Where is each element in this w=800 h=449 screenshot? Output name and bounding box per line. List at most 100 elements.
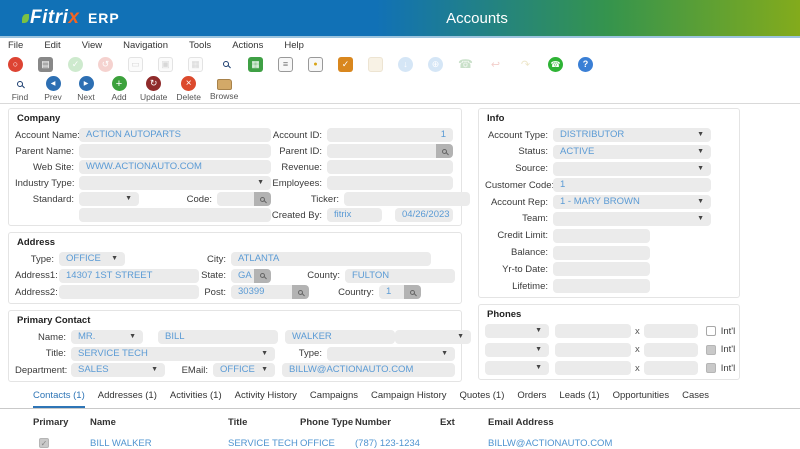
menu-edit[interactable]: Edit (44, 40, 60, 51)
post-lookup-button[interactable] (292, 285, 309, 299)
tab-activities[interactable]: Activities (1) (170, 390, 222, 408)
phone-number-field[interactable] (555, 343, 631, 357)
source-select[interactable]: ▼ (553, 162, 711, 176)
phone-type-select[interactable]: ▼ (485, 324, 549, 338)
help-icon[interactable]: ? (578, 57, 593, 72)
next-button[interactable]: ▶ Next (74, 76, 98, 102)
chevron-down-icon: ▼ (257, 176, 264, 190)
status-select[interactable]: ACTIVE▼ (553, 145, 711, 159)
account-rep-select[interactable]: 1 - MARY BROWN▼ (553, 195, 711, 209)
contact-type-select[interactable]: ▼ (327, 347, 455, 361)
employees-field[interactable] (327, 176, 453, 190)
address1-field[interactable]: 14307 1ST STREET (59, 269, 199, 283)
table-row[interactable]: ✓ BILL WALKER SERVICE TECH OFFICE (787) … (33, 438, 800, 449)
phone-type-select[interactable]: ▼ (485, 343, 549, 357)
contact-title-select[interactable]: SERVICE TECH▼ (71, 347, 275, 361)
tab-campaigns[interactable]: Campaigns (310, 390, 358, 408)
city-field[interactable]: ATLANTA (231, 252, 431, 266)
tab-activity-history[interactable]: Activity History (235, 390, 297, 408)
standard-select[interactable]: ▼ (79, 192, 139, 206)
post-field[interactable]: 30399 (231, 285, 292, 299)
code-field[interactable] (217, 192, 254, 206)
add-button[interactable]: + Add (107, 76, 131, 102)
phone-number-field[interactable] (555, 361, 631, 375)
tab-leads[interactable]: Leads (1) (559, 390, 599, 408)
tab-contacts[interactable]: Contacts (1) (33, 390, 85, 408)
address-type-select[interactable]: OFFICE▼ (59, 252, 125, 266)
salutation-select[interactable]: MR.▼ (71, 330, 143, 344)
status-label: Status: (485, 146, 553, 157)
tasks-icon[interactable]: ✓ (338, 57, 353, 72)
email-field[interactable]: BILLW@ACTIONAUTO.COM (282, 363, 455, 377)
state-field[interactable]: GA (231, 269, 254, 283)
code-lookup-button[interactable] (254, 192, 271, 206)
cross-icon: × (181, 76, 196, 91)
exit-icon[interactable]: ○ (8, 57, 23, 72)
suffix-select[interactable]: ▼ (395, 330, 471, 344)
logo-text: Fitri (30, 7, 68, 29)
tab-orders[interactable]: Orders (517, 390, 546, 408)
notes-icon[interactable]: ≡ (278, 57, 293, 72)
delete-button[interactable]: × Delete (176, 76, 201, 102)
new-document-icon: ▭ (128, 57, 143, 72)
phone-ext-field[interactable] (644, 343, 698, 357)
menu-actions[interactable]: Actions (232, 40, 263, 51)
tab-cases[interactable]: Cases (682, 390, 709, 408)
menu-help[interactable]: Help (284, 40, 304, 51)
contacts-table-header: Primary Name Title Phone Type Number Ext… (33, 417, 800, 428)
source-label: Source: (485, 163, 553, 174)
address1-label: Address1: (15, 270, 59, 281)
tab-quotes[interactable]: Quotes (1) (459, 390, 504, 408)
cell-phone-type: OFFICE (300, 438, 355, 449)
address2-field[interactable] (59, 285, 199, 299)
zoom-icon[interactable] (218, 57, 233, 72)
phone-type-select[interactable]: ▼ (485, 361, 549, 375)
menu-file[interactable]: File (8, 40, 23, 51)
menu-view[interactable]: View (82, 40, 102, 51)
chevron-down-icon: ▼ (535, 324, 542, 338)
email-type-select[interactable]: OFFICE▼ (213, 363, 275, 377)
chat-icon[interactable]: ☎ (548, 57, 563, 72)
industry-type-select[interactable]: ▼ (79, 176, 271, 190)
county-field[interactable]: FULTON (345, 269, 455, 283)
phone-ext-field[interactable] (644, 324, 698, 338)
find-button[interactable]: Find (8, 76, 32, 102)
update-button[interactable]: ↻ Update (140, 76, 167, 102)
country-field[interactable]: 1 (379, 285, 404, 299)
account-type-select[interactable]: DISTRIBUTOR▼ (553, 128, 711, 142)
first-name-field[interactable]: BILL (158, 330, 278, 344)
tab-campaign-history[interactable]: Campaign History (371, 390, 447, 408)
country-lookup-button[interactable] (404, 285, 421, 299)
revenue-field[interactable] (327, 160, 453, 174)
web-site-field[interactable]: WWW.ACTIONAUTO.COM (79, 160, 271, 174)
browse-button[interactable]: Browse (210, 76, 238, 101)
parent-name-field[interactable] (79, 144, 271, 158)
phones-panel: Phones ▼ x Int'l ▼ x Int'l ▼ x (478, 304, 740, 380)
state-lookup-button[interactable] (254, 269, 271, 283)
menu-navigation[interactable]: Navigation (123, 40, 168, 51)
menu-tools[interactable]: Tools (189, 40, 211, 51)
prev-button[interactable]: ◀ Prev (41, 76, 65, 102)
department-select[interactable]: SALES▼ (71, 363, 165, 377)
attachment-icon[interactable]: ● (308, 57, 323, 72)
calendar-icon[interactable]: ▦ (248, 57, 263, 72)
credit-limit-field[interactable] (553, 229, 650, 243)
lookup-magnifier-icon (298, 290, 303, 295)
customer-code-field[interactable]: 1 (553, 178, 711, 192)
phone-ext-field[interactable] (644, 361, 698, 375)
parent-id-lookup-button[interactable] (436, 144, 453, 158)
last-name-field[interactable]: WALKER (285, 330, 395, 344)
team-select[interactable]: ▼ (553, 212, 711, 226)
account-name-field[interactable]: ACTION AUTOPARTS (79, 128, 271, 142)
lifetime-label: Lifetime: (485, 281, 553, 292)
tab-addresses[interactable]: Addresses (1) (98, 390, 157, 408)
phone-number-field[interactable] (555, 324, 631, 338)
tab-opportunities[interactable]: Opportunities (613, 390, 670, 408)
print-icon[interactable]: ▤ (38, 57, 53, 72)
ticker-field[interactable] (344, 192, 470, 206)
intl-checkbox[interactable] (706, 326, 716, 336)
account-id-field[interactable]: 1 (327, 128, 453, 142)
parent-id-field[interactable] (327, 144, 436, 158)
cell-name[interactable]: BILL WALKER (90, 438, 228, 449)
extra-field[interactable] (79, 208, 271, 222)
